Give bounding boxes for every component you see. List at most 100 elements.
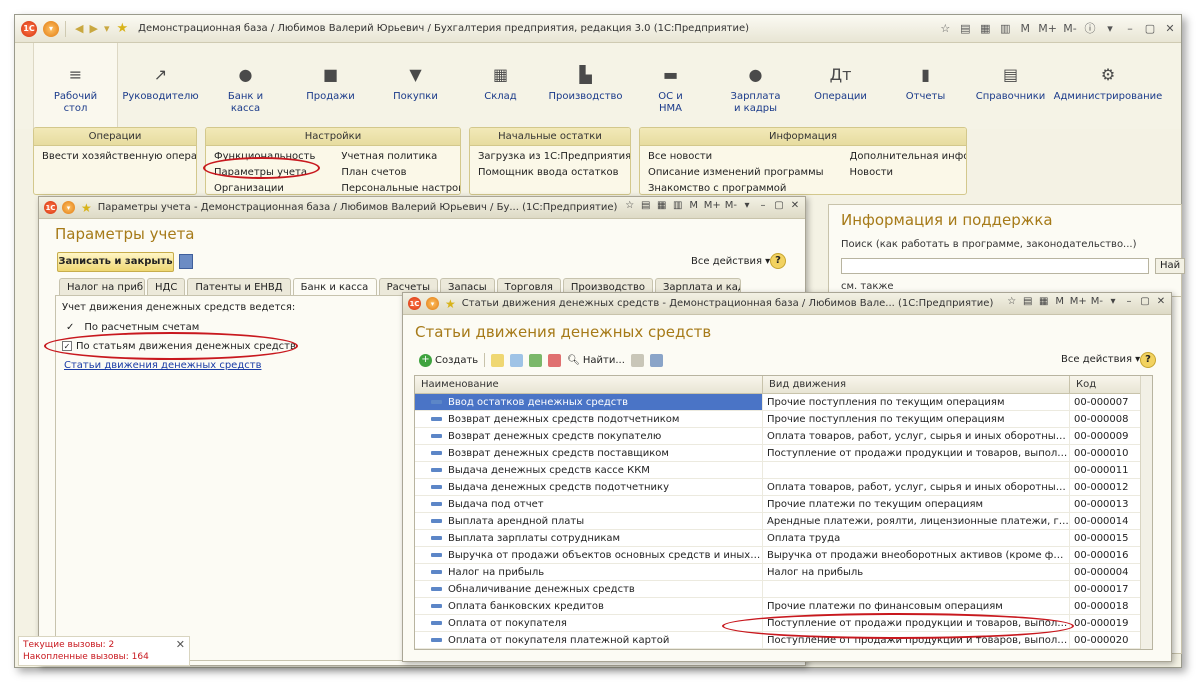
tab-patents[interactable]: Патенты и ЕНВД — [187, 278, 291, 295]
section-reports[interactable]: ▮ Отчеты — [883, 43, 968, 129]
cell-movement-type[interactable]: Налог на прибыль — [763, 564, 1070, 580]
app-logo-icon[interactable]: 1С — [408, 297, 421, 310]
column-code[interactable]: Код — [1070, 376, 1142, 393]
table-row[interactable]: Возврат денежных средств подотчетником Пр… — [415, 411, 1152, 428]
cell-movement-type[interactable]: Арендные платежи, роялти, лицензионные п… — [763, 513, 1070, 529]
dropdown-icon[interactable]: ▾ — [741, 200, 753, 211]
table-row[interactable]: Возврат денежных средств покупателю Оплат… — [415, 428, 1152, 445]
forward-arrow-icon[interactable]: ▶ — [89, 22, 97, 35]
link-accounting-policy[interactable]: Учетная политика — [341, 149, 460, 165]
edit-icon[interactable] — [529, 353, 543, 367]
copy-icon[interactable] — [510, 353, 524, 367]
table-row[interactable]: Выплата арендной платы Арендные платежи, … — [415, 513, 1152, 530]
section-admin[interactable]: ⚙ Администрирование — [1053, 43, 1163, 129]
link-chart-of-accounts[interactable]: План счетов — [341, 165, 460, 181]
cell-name[interactable]: Оплата банковских кредитов — [415, 598, 763, 614]
section-desktop[interactable]: ≡ Рабочий стол — [33, 43, 118, 129]
search-input[interactable] — [841, 258, 1149, 274]
history-icon[interactable]: ▤ — [958, 22, 972, 35]
link-intro[interactable]: Знакомство с программой — [648, 181, 824, 194]
window-menu-icon[interactable]: ▾ — [426, 297, 439, 310]
close-icon[interactable]: ✕ — [789, 200, 801, 211]
link-enter-operation[interactable]: Ввести хозяйственную операцию — [42, 149, 196, 165]
search-button[interactable]: Най — [1155, 258, 1185, 274]
window-menu-icon[interactable]: ▾ — [62, 201, 75, 214]
main-menu-icon[interactable]: ▾ — [43, 20, 59, 37]
column-name[interactable]: Наименование — [415, 376, 763, 393]
create-button[interactable]: + Создать — [419, 353, 478, 367]
app-logo-icon[interactable]: 1С — [21, 20, 37, 37]
memory-plus-button[interactable]: M+ — [1038, 22, 1057, 35]
table-row[interactable]: Возврат денежных средств поставщиком Пост… — [415, 445, 1152, 462]
all-actions-menu[interactable]: Все действия ▾ — [1061, 354, 1140, 365]
table-row[interactable]: Выдача под отчет Прочие платежи по текущи… — [415, 496, 1152, 513]
cell-movement-type[interactable] — [763, 462, 1070, 478]
new-folder-icon[interactable] — [491, 353, 505, 367]
link-personal-settings[interactable]: Персональные настройки — [341, 181, 460, 194]
cell-movement-type[interactable]: Оплата товаров, работ, услуг, сырья и ин… — [763, 479, 1070, 495]
delete-mark-icon[interactable] — [548, 353, 562, 367]
section-production[interactable]: ▙ Производство — [543, 43, 628, 129]
memory-minus-button[interactable]: M- — [1091, 296, 1103, 307]
articles-link[interactable]: Статьи движения денежных средств — [64, 360, 261, 371]
cell-name[interactable]: Выплата зарплаты сотрудникам — [415, 530, 763, 546]
cell-code[interactable]: 00-000018 — [1070, 598, 1142, 614]
favorite-star-icon[interactable]: ★ — [81, 201, 92, 215]
tab-bank-cash[interactable]: Банк и касса — [292, 278, 377, 295]
table-row[interactable]: Налог на прибыль Налог на прибыль 00-00000… — [415, 564, 1152, 581]
link-additional-info[interactable]: Дополнительная информация — [850, 149, 966, 165]
favorite-star-icon[interactable]: ★ — [445, 297, 456, 311]
tab-vat[interactable]: НДС — [147, 278, 186, 295]
calculator-icon[interactable]: ▦ — [656, 200, 668, 211]
link-changes[interactable]: Описание изменений программы — [648, 165, 824, 181]
memory-m-button[interactable]: M — [1054, 296, 1066, 307]
section-manager[interactable]: ↗ Руководителю — [118, 43, 203, 129]
link-organizations[interactable]: Организации — [214, 181, 315, 194]
link-news[interactable]: Новости — [850, 165, 966, 181]
settings-dropdown-icon[interactable]: ▾ — [1103, 22, 1117, 35]
memory-plus-button[interactable]: M+ — [1070, 296, 1087, 307]
history-dropdown-icon[interactable]: ▾ — [104, 22, 110, 35]
cell-code[interactable]: 00-000020 — [1070, 632, 1142, 648]
memory-minus-button[interactable]: M- — [725, 200, 737, 211]
cell-movement-type[interactable]: Прочие платежи по текущим операциям — [763, 496, 1070, 512]
cell-name[interactable]: Оплата от покупателя — [415, 615, 763, 631]
cell-name[interactable]: Налог на прибыль — [415, 564, 763, 580]
cell-name[interactable]: Возврат денежных средств подотчетником — [415, 411, 763, 427]
calendar-icon[interactable]: ▥ — [672, 200, 684, 211]
memory-minus-button[interactable]: M- — [1063, 22, 1077, 35]
section-purchases[interactable]: ▼ Покупки — [373, 43, 458, 129]
table-row[interactable]: Оплата банковских кредитов Прочие платежи… — [415, 598, 1152, 615]
info-icon[interactable]: ⓘ — [1083, 20, 1097, 36]
table-row[interactable]: Обналичивание денежных средств 00-000017 — [415, 581, 1152, 598]
memory-plus-button[interactable]: M+ — [704, 200, 721, 211]
table-row[interactable]: Выдача денежных средств подотчетнику Опла… — [415, 479, 1152, 496]
section-operations[interactable]: Дт Операции — [798, 43, 883, 129]
table-row[interactable]: Ввод остатков денежных средств Прочие пос… — [415, 394, 1152, 411]
close-icon[interactable]: ✕ — [1163, 22, 1177, 35]
table-scrollbar[interactable] — [1140, 376, 1152, 649]
save-icon[interactable] — [179, 254, 193, 269]
back-arrow-icon[interactable]: ◀ — [75, 22, 83, 35]
cell-movement-type[interactable] — [763, 581, 1070, 597]
list-view-icon[interactable] — [649, 353, 663, 367]
cell-code[interactable]: 00-000014 — [1070, 513, 1142, 529]
link-import-77[interactable]: Загрузка из 1С:Предприятия 7.7 — [478, 149, 630, 165]
cell-name[interactable]: Оплата от покупателя платежной картой — [415, 632, 763, 648]
cell-code[interactable]: 00-000019 — [1070, 615, 1142, 631]
cell-code[interactable]: 00-000007 — [1070, 394, 1142, 410]
cell-movement-type[interactable]: Прочие поступления по текущим операциям — [763, 394, 1070, 410]
cell-code[interactable]: 00-000015 — [1070, 530, 1142, 546]
minimize-icon[interactable]: – — [1123, 296, 1135, 307]
clear-search-icon[interactable] — [630, 353, 644, 367]
history-icon[interactable]: ▤ — [1022, 296, 1034, 307]
find-button[interactable]: 🔍︎ Найти... — [567, 355, 625, 366]
section-sales[interactable]: ■ Продажи — [288, 43, 373, 129]
cell-name[interactable]: Выплата арендной платы — [415, 513, 763, 529]
cell-movement-type[interactable]: Оплата товаров, работ, услуг, сырья и ин… — [763, 428, 1070, 444]
cell-name[interactable]: Возврат денежных средств покупателю — [415, 428, 763, 444]
cell-code[interactable]: 00-000011 — [1070, 462, 1142, 478]
cell-name[interactable]: Выдача под отчет — [415, 496, 763, 512]
history-icon[interactable]: ▤ — [640, 200, 652, 211]
cell-code[interactable]: 00-000012 — [1070, 479, 1142, 495]
